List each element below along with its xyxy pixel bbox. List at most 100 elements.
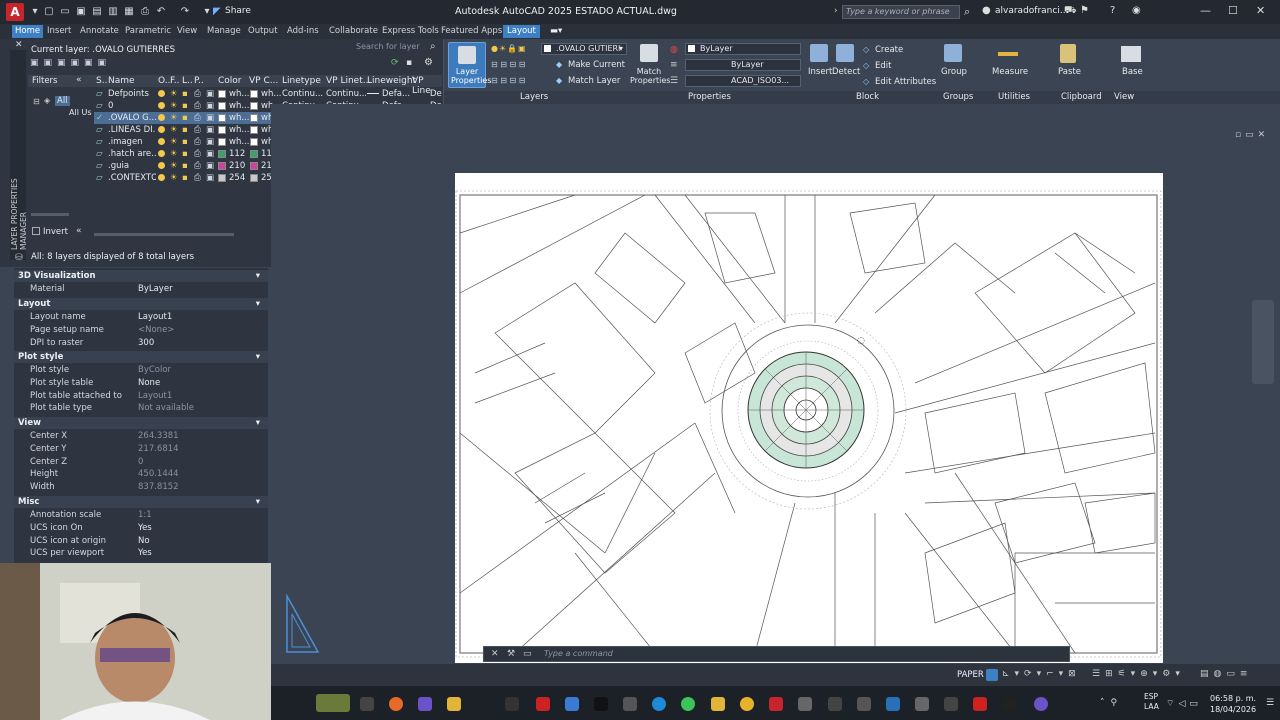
- tree-expand-icon[interactable]: ⊟: [33, 97, 40, 106]
- autocad-taskbar-icon[interactable]: [769, 697, 783, 711]
- col-status[interactable]: S..: [96, 76, 107, 86]
- app-icon-16[interactable]: [828, 697, 842, 711]
- match-properties-button[interactable]: Match Properties: [630, 67, 670, 85]
- property-value[interactable]: 837.8152: [138, 482, 179, 492]
- section-collapse-icon[interactable]: ▾: [256, 351, 260, 363]
- layer-freeze-icon[interactable]: ☀: [170, 125, 178, 135]
- command-close-icon[interactable]: ✕: [491, 649, 499, 659]
- property-value[interactable]: Not available: [138, 403, 194, 413]
- col-lock[interactable]: L..: [182, 76, 193, 86]
- community-icon[interactable]: ⚑: [1080, 5, 1089, 16]
- invert-checkbox[interactable]: [32, 227, 40, 235]
- col-freeze[interactable]: F..: [170, 76, 179, 86]
- outlook-icon[interactable]: [565, 697, 579, 711]
- language-indicator[interactable]: ESP LAA: [1144, 692, 1159, 712]
- col-linetype[interactable]: Linetype: [282, 76, 321, 86]
- tab-insert[interactable]: Insert: [47, 25, 71, 38]
- layer-vp-color-swatch[interactable]: [250, 90, 258, 98]
- teams-icon[interactable]: [418, 697, 432, 711]
- property-value[interactable]: Layout1: [138, 391, 172, 401]
- app-menu-chevron-icon[interactable]: ▾: [29, 5, 41, 18]
- task-view-icon[interactable]: [360, 697, 374, 711]
- property-value[interactable]: 264.3381: [138, 431, 179, 441]
- properties-section-view[interactable]: View ▾: [14, 417, 268, 429]
- layer-lock-icon[interactable]: ▪: [182, 161, 188, 171]
- col-vp-color[interactable]: VP C...: [249, 76, 278, 86]
- layer-on-icon[interactable]: [158, 138, 165, 145]
- layer-vp-color-swatch[interactable]: [250, 162, 258, 170]
- layer-name[interactable]: .guia: [108, 161, 156, 171]
- layer-vp-color-swatch[interactable]: [250, 102, 258, 110]
- col-lineweight[interactable]: Lineweight: [367, 76, 416, 86]
- layer-newvp-icon[interactable]: ▣: [206, 101, 214, 111]
- property-value[interactable]: Yes: [138, 548, 152, 558]
- help-icon[interactable]: ?: [1110, 5, 1115, 16]
- layer-lock-icon[interactable]: ▪: [182, 173, 188, 183]
- search-icon[interactable]: ⌕: [964, 5, 970, 19]
- paste-button[interactable]: Paste: [1058, 67, 1081, 77]
- section-collapse-icon[interactable]: ▾: [256, 270, 260, 282]
- create-block-button[interactable]: Create: [875, 45, 903, 55]
- layer-lock-icon[interactable]: ▪: [182, 125, 188, 135]
- chrome-icon[interactable]: [740, 697, 754, 711]
- filter-all[interactable]: All: [55, 96, 70, 106]
- property-value[interactable]: 0: [138, 457, 143, 467]
- layer-color-swatch[interactable]: [218, 174, 226, 182]
- property-value[interactable]: ByColor: [138, 365, 171, 375]
- tab-annotate[interactable]: Annotate: [80, 25, 119, 38]
- layer-state-icons[interactable]: ●☀🔒▣: [491, 44, 539, 54]
- gear-icon[interactable]: ⚙: [424, 57, 433, 68]
- layers-scrollbar[interactable]: [94, 233, 234, 236]
- search-input[interactable]: Type a keyword or phrase: [842, 5, 960, 19]
- properties-section-layout[interactable]: Layout ▾: [14, 298, 268, 310]
- layer-name[interactable]: .CONTEXTO: [108, 173, 156, 183]
- new-file-icon[interactable]: ▢: [43, 5, 55, 18]
- layer-lineweight[interactable]: Defa...: [382, 89, 410, 99]
- calculator-icon[interactable]: [944, 697, 958, 711]
- measure-button[interactable]: Measure: [992, 67, 1028, 77]
- layer-freeze-icon[interactable]: ☀: [170, 137, 178, 147]
- tab-layout[interactable]: Layout: [503, 25, 540, 38]
- github-icon[interactable]: [1003, 697, 1017, 711]
- layer-on-icon[interactable]: [158, 90, 165, 97]
- tab-view[interactable]: View: [177, 25, 197, 38]
- collapse-filters-icon[interactable]: «: [76, 75, 82, 85]
- layer-newvp-icon[interactable]: ▣: [206, 113, 214, 123]
- group-title-groups[interactable]: Groups: [943, 92, 973, 102]
- qa-dropdown-icon[interactable]: ▾: [201, 5, 213, 18]
- viewport-window-controls[interactable]: ▫▭✕: [1235, 130, 1269, 140]
- layer-on-icon[interactable]: [158, 162, 165, 169]
- layer-lock-icon[interactable]: ▪: [182, 137, 188, 147]
- base-view-button[interactable]: Base: [1122, 67, 1143, 77]
- layer-name[interactable]: 0: [108, 101, 156, 111]
- save-web-icon[interactable]: ▦: [123, 5, 135, 18]
- layer-freeze-icon[interactable]: ☀: [170, 89, 178, 99]
- layer-color-swatch[interactable]: [218, 114, 226, 122]
- layer-color-swatch[interactable]: [218, 162, 226, 170]
- refresh-icon[interactable]: ⟳: [391, 58, 399, 68]
- layer-lock-icon[interactable]: ▪: [182, 149, 188, 159]
- col-color[interactable]: Color: [218, 76, 242, 86]
- group-title-block[interactable]: Block: [856, 92, 879, 102]
- acrobat-icon[interactable]: [536, 697, 550, 711]
- collapse-tree-icon[interactable]: «: [76, 226, 82, 236]
- group-button[interactable]: Group: [941, 67, 967, 77]
- layer-vp-lineweight[interactable]: De: [430, 89, 442, 99]
- notifications-icon[interactable]: ☰: [1266, 698, 1274, 708]
- property-value[interactable]: None: [138, 378, 160, 388]
- layer-toolbar-icons[interactable]: ▣▣▣▣▣▣: [30, 58, 111, 68]
- layer-plot-icon[interactable]: ⎙: [194, 113, 201, 123]
- tray-icons[interactable]: ˄⚲: [1100, 698, 1123, 708]
- tab-add-ins[interactable]: Add-ins: [287, 25, 319, 38]
- clock[interactable]: 06:58 p. m. 18/04/2026: [1210, 693, 1256, 715]
- section-collapse-icon[interactable]: ▾: [256, 417, 260, 429]
- autocad-logo-icon[interactable]: A: [6, 3, 24, 21]
- col-on[interactable]: O..: [158, 76, 170, 86]
- command-input[interactable]: Type a command: [544, 649, 613, 658]
- undo-icon[interactable]: ↶: [155, 5, 167, 18]
- firefox-icon[interactable]: [389, 697, 403, 711]
- properties-section-plot[interactable]: Plot style ▾: [14, 351, 268, 363]
- properties-section-misc[interactable]: Misc ▾: [14, 496, 268, 508]
- layer-settings-icon[interactable]: ▪: [406, 58, 412, 68]
- layer-plot-icon[interactable]: ⎙: [194, 101, 201, 111]
